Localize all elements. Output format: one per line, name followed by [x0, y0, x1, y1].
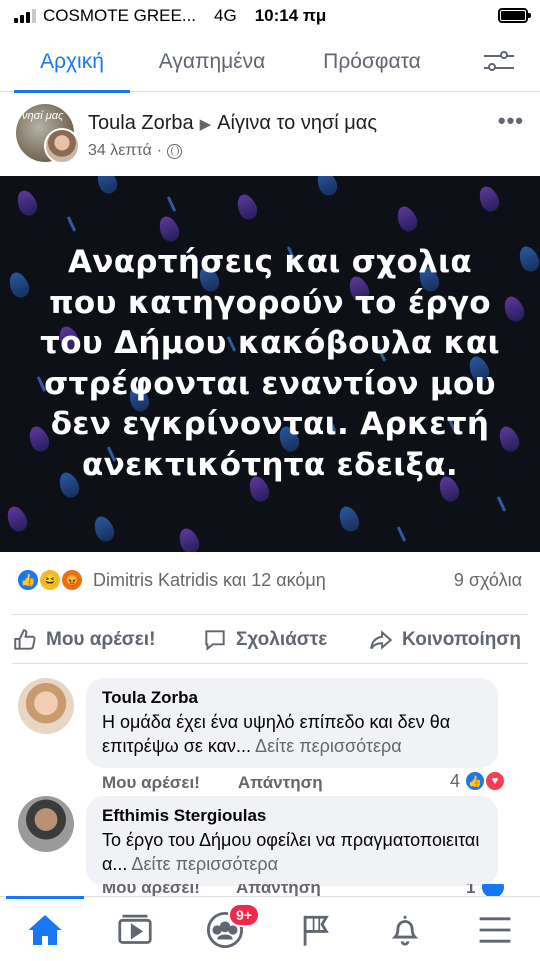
comment-text: Η ομάδα έχει ένα υψηλό επίπεδο και δεν θ…: [102, 712, 451, 756]
comment-reactions[interactable]: 4 👍 ♥: [450, 770, 506, 792]
see-more-link[interactable]: Δείτε περισσότερα: [255, 736, 402, 756]
post-avatar[interactable]: νησί μας: [16, 104, 80, 164]
commenter-name[interactable]: Efthimis Stergioulas: [102, 806, 482, 826]
author-name[interactable]: Toula Zorba: [88, 112, 194, 134]
post-time[interactable]: 34 λεπτά: [88, 142, 152, 160]
haha-reaction-icon: 😆: [38, 568, 62, 592]
raindrop-decoration: [13, 187, 41, 219]
raindrop-decoration: [335, 503, 363, 535]
comment-like-button[interactable]: Μου αρέσει!: [102, 773, 200, 792]
comments-count[interactable]: 9 σχόλια: [454, 570, 522, 591]
author-avatar: [44, 128, 80, 164]
commenter-name[interactable]: Toula Zorba: [102, 688, 482, 708]
tab-home[interactable]: Αρχική: [14, 32, 130, 93]
signal-icon: [14, 9, 36, 23]
post-meta: 34 λεπτά ·: [88, 142, 183, 160]
rain-streak-decoration: [66, 216, 77, 232]
raindrop-decoration: [233, 191, 261, 223]
comment-reaction-count: 4: [449, 770, 460, 791]
menu-icon: [479, 916, 511, 943]
reactions-summary[interactable]: 👍 😆 😡 Dimitris Katridis και 12 ακόμη 9 σ…: [0, 564, 540, 598]
like-button[interactable]: Μου αρέσει!: [12, 615, 155, 665]
post-title: Toula Zorba ▶ Αίγινα το νησί μας: [88, 112, 377, 135]
post-image-text: Αναρτήσεις και σχολια που κατηγορούν το …: [40, 244, 500, 483]
reaction-icons: 👍 😆 😡: [16, 568, 92, 592]
filter-icon[interactable]: [484, 50, 514, 74]
feed-tabs: Αρχική Αγαπημένα Πρόσφατα: [0, 32, 540, 93]
network-type: 4G: [214, 6, 237, 25]
status-time: 10:14 πμ: [254, 6, 327, 25]
raindrop-decoration: [175, 525, 203, 552]
post-image[interactable]: Αναρτήσεις και σχολια που κατηγορούν το …: [0, 176, 540, 552]
comment-actions: Μου αρέσει! Απάντηση: [102, 773, 361, 793]
like-reaction-icon: 👍: [16, 568, 40, 592]
nav-menu[interactable]: [450, 897, 540, 961]
raindrop-decoration: [3, 503, 31, 535]
share-icon: [370, 630, 393, 650]
love-reaction-icon: ♥: [484, 770, 506, 792]
bottom-nav: 9+: [0, 896, 540, 961]
status-bar: COSMOTE GREE... 4G 10:14 πμ: [0, 0, 540, 32]
nav-groups[interactable]: 9+: [180, 897, 270, 961]
rain-streak-decoration: [166, 196, 177, 212]
comment-text: Το έργο του Δήμου οφείλει να πραγματοποι…: [102, 830, 480, 874]
group-name[interactable]: Αίγινα το νησί μας: [217, 112, 377, 134]
raindrop-decoration: [393, 203, 421, 235]
commenter-avatar[interactable]: [18, 678, 74, 734]
raindrop-decoration: [93, 176, 121, 197]
more-options-icon[interactable]: •••: [498, 108, 524, 134]
raindrop-decoration: [313, 176, 341, 199]
comment-bubble[interactable]: Toula Zorba Η ομάδα έχει ένα υψηλό επίπε…: [86, 678, 498, 768]
see-more-link[interactable]: Δείτε περισσότερα: [131, 854, 278, 874]
comment-bubble[interactable]: Efthimis Stergioulas Το έργο του Δήμου ο…: [86, 796, 498, 886]
notification-badge: 9+: [228, 903, 260, 927]
nav-notifications[interactable]: [360, 897, 450, 961]
nav-pages[interactable]: [270, 897, 360, 961]
comment-reply-button[interactable]: Απάντηση: [238, 773, 323, 792]
commenter-avatar[interactable]: [18, 796, 74, 852]
angry-reaction-icon: 😡: [60, 568, 84, 592]
reactions-text[interactable]: Dimitris Katridis και 12 ακόμη: [93, 570, 326, 591]
like-reaction-icon: 👍: [464, 770, 486, 792]
flag-icon: [303, 915, 329, 946]
raindrop-decoration: [90, 513, 118, 545]
home-icon: [28, 914, 62, 945]
rain-streak-decoration: [496, 496, 507, 512]
comment-icon: [205, 630, 225, 651]
post-actions: Μου αρέσει! Σχολιάστε Κοινοποίηση: [12, 614, 528, 664]
battery-icon: [498, 8, 531, 23]
nav-watch[interactable]: [90, 897, 180, 961]
share-button[interactable]: Κοινοποίηση: [368, 615, 521, 665]
thumbs-up-icon: [14, 629, 36, 650]
nav-home[interactable]: [0, 896, 90, 961]
globe-icon: [167, 143, 183, 159]
tab-favorites[interactable]: Αγαπημένα: [150, 32, 274, 92]
video-icon: [118, 914, 152, 944]
rain-streak-decoration: [396, 526, 407, 542]
bell-icon: [391, 915, 419, 946]
arrow-right-icon: ▶: [199, 116, 212, 133]
raindrop-decoration: [475, 183, 503, 215]
tab-recent[interactable]: Πρόσφατα: [312, 32, 432, 92]
post-header: νησί μας Toula Zorba ▶ Αίγινα το νησί μας …: [0, 100, 540, 172]
carrier-name: COSMOTE GREE...: [43, 6, 197, 25]
raindrop-decoration: [155, 213, 183, 245]
